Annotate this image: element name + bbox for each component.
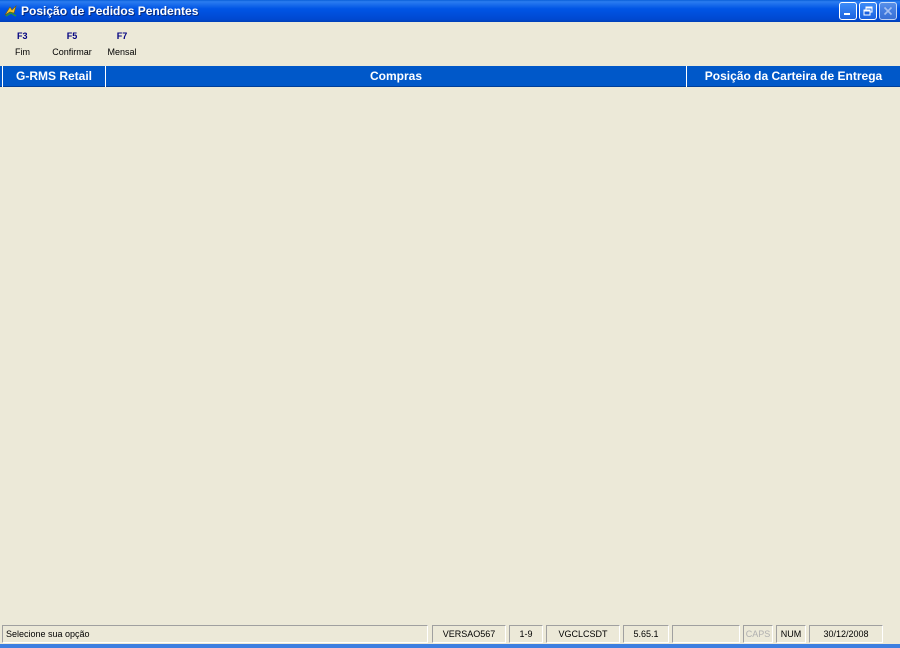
status-range: 1-9 [509, 625, 543, 643]
header-module: Compras [369, 69, 422, 83]
status-num: NUM [776, 625, 806, 643]
close-button[interactable] [879, 2, 897, 20]
restore-icon [863, 6, 873, 16]
fkey-f3-label: Fim [15, 47, 30, 57]
fkey-f7-button[interactable]: F7 Mensal [100, 30, 144, 60]
minimize-icon [844, 13, 850, 15]
status-program: VGCLCSDT [546, 625, 620, 643]
status-message: Selecione sua opção [2, 625, 428, 643]
status-caps: CAPS [743, 625, 773, 643]
status-date: 30/12/2008 [809, 625, 883, 643]
header-system-name: G-RMS Retail [15, 69, 92, 83]
fkey-f5-button[interactable]: F5 Confirmar [44, 30, 100, 60]
window-bottom-border [0, 644, 900, 648]
header-band: G-RMS Retail Compras Posição da Carteira… [0, 66, 900, 87]
fkey-f3-key: F3 [17, 31, 28, 41]
app-icon [4, 4, 18, 18]
fkey-f3-button[interactable]: F3 Fim [0, 30, 40, 60]
header-screen-title: Posição da Carteira de Entrega [704, 69, 883, 83]
function-key-toolbar: F3 Fim F5 Confirmar F7 Mensal [0, 30, 144, 60]
title-bar[interactable]: Posição de Pedidos Pendentes [0, 0, 900, 22]
status-blank [672, 625, 740, 643]
main-content-area [0, 88, 900, 624]
restore-button[interactable] [859, 2, 877, 20]
window-controls [839, 2, 897, 20]
close-icon [883, 6, 893, 16]
status-bar: Selecione sua opção VERSAO567 1-9 VGCLCS… [0, 624, 900, 644]
status-version: VERSAO567 [432, 625, 506, 643]
fkey-f5-label: Confirmar [52, 47, 92, 57]
minimize-button[interactable] [839, 2, 857, 20]
status-release: 5.65.1 [623, 625, 669, 643]
fkey-f5-key: F5 [66, 31, 78, 41]
fkey-f7-key: F7 [116, 31, 128, 41]
fkey-f7-label: Mensal [107, 47, 137, 57]
window-title: Posição de Pedidos Pendentes [21, 4, 199, 18]
